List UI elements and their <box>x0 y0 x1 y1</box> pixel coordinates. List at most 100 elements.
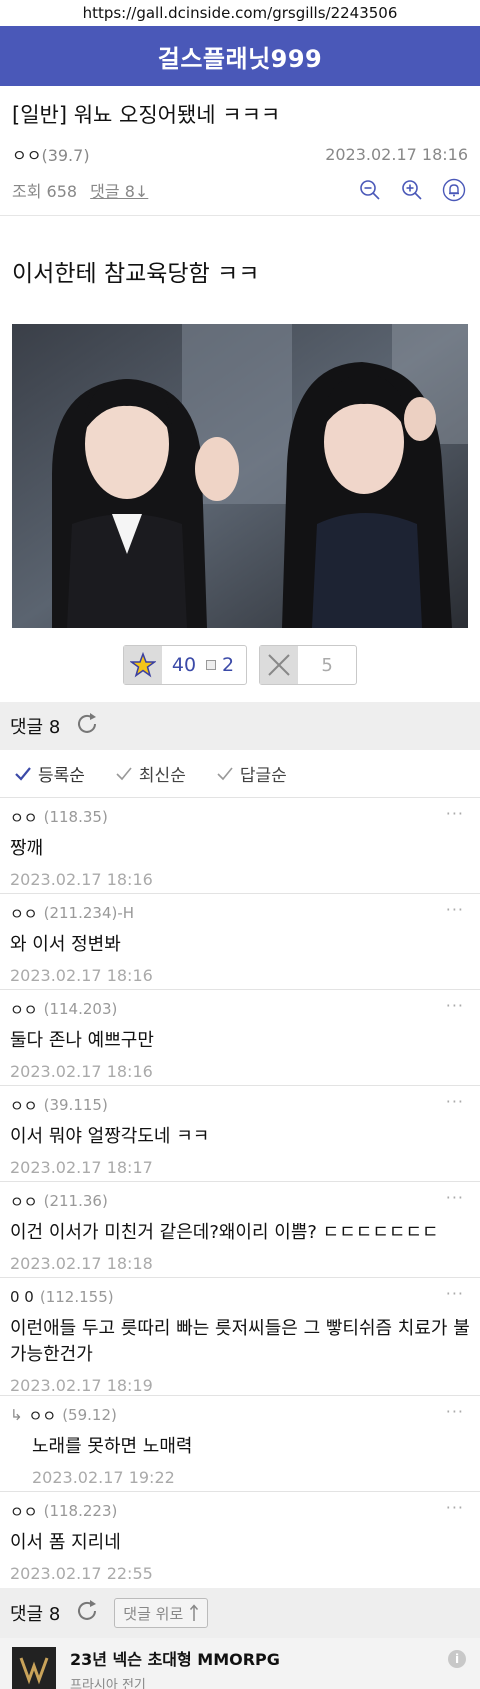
refresh-icon[interactable] <box>74 1598 100 1629</box>
more-icon[interactable]: ··· <box>446 1188 464 1207</box>
sort-latest[interactable]: 최신순 <box>115 761 186 786</box>
fixed-icon <box>206 660 217 670</box>
browser-url-bar[interactable]: https://gall.dcinside.com/grsgills/22435… <box>0 0 480 26</box>
recommend-button[interactable]: 40 2 <box>122 645 248 685</box>
more-icon[interactable]: ··· <box>446 1402 464 1421</box>
ad-title: 23년 넥슨 초대형 MMORPG <box>70 1649 280 1669</box>
comment-author[interactable]: 0 0 <box>10 1288 34 1306</box>
bell-icon[interactable] <box>440 176 468 204</box>
gallery-header[interactable]: 걸스플래닛999 <box>0 26 480 86</box>
fixed-recommend: 2 <box>206 654 246 676</box>
comment-author[interactable]: ㅇㅇ <box>29 1405 57 1426</box>
sort-registered[interactable]: 등록순 <box>14 761 85 786</box>
comment-text: 이서 폼 지리네 <box>10 1532 121 1553</box>
comment-item: ㅇㅇ (118.35) 짱깨 2023.02.17 18:16 ··· <box>0 798 480 894</box>
comment-date: 2023.02.17 18:16 <box>10 870 153 889</box>
comment-ip: (211.36) <box>43 1192 108 1210</box>
comment-text: 노래를 못하면 노매력 <box>32 1436 193 1457</box>
comment-author[interactable]: ㅇㅇ <box>10 1191 38 1212</box>
url-text: https://gall.dcinside.com/grsgills/22435… <box>82 4 398 22</box>
comment-item: ㅇㅇ (114.203) 둘다 존나 예쁘구만 2023.02.17 18:16 … <box>0 990 480 1086</box>
comment-ip: (59.12) <box>62 1406 117 1424</box>
comment-ip: (39.115) <box>43 1096 108 1114</box>
comment-date: 2023.02.17 18:16 <box>10 966 153 985</box>
vote-area: 40 2 5 <box>0 628 480 702</box>
comment-ip: (114.203) <box>43 1000 118 1018</box>
comment-author[interactable]: ㅇㅇ <box>10 999 38 1020</box>
post-body: 이서한테 참교육당함 ㅋㅋ <box>12 261 260 287</box>
scroll-to-comments-button[interactable]: 댓글 위로 <box>114 1598 209 1628</box>
ad-banner[interactable]: 23년 넥슨 초대형 MMORPG 프라시아 전기 i <box>0 1638 480 1689</box>
comment-item: ㅇㅇ (211.234)-H 와 이서 정변봐 2023.02.17 18:16 … <box>0 894 480 990</box>
comment-text: 와 이서 정변봐 <box>10 934 121 955</box>
comment-text: 짱깨 <box>10 838 44 859</box>
reply-arrow-icon: ↳ <box>10 1406 23 1424</box>
comment-date: 2023.02.17 19:22 <box>32 1468 175 1487</box>
comment-count-label: 댓글 8 <box>10 717 61 738</box>
comment-author[interactable]: ㅇㅇ <box>10 903 38 924</box>
comment-text: 이런애들 두고 릇따리 빠는 릇저씨들은 그 빻티쉬즘 치료가 불가능한건가 <box>10 1318 470 1365</box>
more-icon[interactable]: ··· <box>446 900 464 919</box>
post-header: [일반] 워뇨 오징어됐네 ㅋㅋㅋ ㅇㅇ(39.7) 2023.02.17 18… <box>0 86 480 216</box>
comment-bar: 댓글 8 <box>0 702 480 750</box>
bottom-comment-bar: 댓글 8 댓글 위로 <box>0 1588 480 1638</box>
check-icon <box>116 766 132 780</box>
gallery-title: 걸스플래닛999 <box>157 44 323 73</box>
comment-date: 2023.02.17 18:18 <box>10 1254 153 1273</box>
more-icon[interactable]: ··· <box>446 996 464 1015</box>
downvote-button[interactable]: 5 <box>259 645 358 685</box>
arrow-up-icon <box>190 1604 199 1621</box>
post-author[interactable]: ㅇㅇ(39.7) <box>12 142 90 166</box>
check-icon <box>217 766 233 780</box>
comment-text: 둘다 존나 예쁘구만 <box>10 1030 154 1051</box>
refresh-icon[interactable] <box>74 711 100 742</box>
comment-ip: (112.155) <box>39 1288 114 1306</box>
more-icon[interactable]: ··· <box>446 1498 464 1517</box>
comment-sort: 등록순 최신순 답글순 <box>0 750 480 798</box>
star-icon <box>123 646 162 684</box>
recommend-count: 40 <box>171 654 197 676</box>
comment-date: 2023.02.17 18:17 <box>10 1158 153 1177</box>
comment-author[interactable]: ㅇㅇ <box>10 1501 38 1522</box>
comment-ip: (211.234)-H <box>43 904 135 922</box>
info-icon[interactable]: i <box>448 1650 466 1668</box>
fixed-recommend-count: 2 <box>222 654 235 676</box>
comment-item: ㅇㅇ (211.36) 이건 이서가 미친거 같은데?왜이리 이쁨? ㄷㄷㄷㄷㄷㄷ… <box>0 1182 480 1278</box>
bottom-comment-label: 댓글 8 <box>10 1604 61 1625</box>
scroll-to-comments-label: 댓글 위로 <box>123 1604 184 1623</box>
comment-ip: (118.223) <box>43 1502 118 1520</box>
sort-label: 최신순 <box>138 766 186 786</box>
sort-label: 답글순 <box>239 766 287 786</box>
view-count: 조회 658 <box>12 182 78 201</box>
comment-author[interactable]: ㅇㅇ <box>10 1095 38 1116</box>
post-photo[interactable] <box>12 324 468 628</box>
reply-item: ↳ ㅇㅇ (59.12) 노래를 못하면 노매력 2023.02.17 19:22 … <box>0 1396 480 1492</box>
comment-date: 2023.02.17 22:55 <box>10 1564 153 1583</box>
zoom-out-icon[interactable] <box>356 176 384 204</box>
comment-item: ㅇㅇ (39.115) 이서 뭐야 얼짱각도네 ㅋㅋ 2023.02.17 18:… <box>0 1086 480 1182</box>
more-icon[interactable]: ··· <box>446 1284 464 1303</box>
comment-jump-link[interactable]: 댓글 8↓ <box>90 182 148 201</box>
post-title: [일반] 워뇨 오징어됐네 ㅋㅋㅋ <box>12 103 281 127</box>
more-icon[interactable]: ··· <box>446 1092 464 1111</box>
post-author-ip: (39.7) <box>41 146 90 165</box>
post-tools <box>356 176 468 204</box>
sort-label: 등록순 <box>38 766 85 786</box>
comment-text: 이건 이서가 미친거 같은데?왜이리 이쁨? ㄷㄷㄷㄷㄷㄷㄷ <box>10 1222 439 1243</box>
sort-replies[interactable]: 답글순 <box>216 761 287 786</box>
comment-author[interactable]: ㅇㅇ <box>10 807 38 828</box>
post-author-name: ㅇㅇ <box>12 146 42 165</box>
downvote-count: 5 <box>321 654 333 676</box>
post-date: 2023.02.17 18:16 <box>325 144 468 164</box>
post-meta: ㅇㅇ(39.7) 2023.02.17 18:16 <box>12 142 468 166</box>
x-icon <box>260 646 299 684</box>
post-stats: 조회 658 댓글 8↓ <box>12 176 468 204</box>
comment-date: 2023.02.17 18:19 <box>10 1376 153 1395</box>
check-icon <box>15 766 31 781</box>
comment-date: 2023.02.17 18:16 <box>10 1062 153 1081</box>
more-icon[interactable]: ··· <box>446 804 464 823</box>
comment-list: ㅇㅇ (118.35) 짱깨 2023.02.17 18:16 ··· ㅇㅇ (21… <box>0 798 480 1588</box>
comment-item: ㅇㅇ (118.223) 이서 폼 지리네 2023.02.17 22:55 ··… <box>0 1492 480 1588</box>
zoom-in-icon[interactable] <box>398 176 426 204</box>
comment-ip: (118.35) <box>43 808 108 826</box>
